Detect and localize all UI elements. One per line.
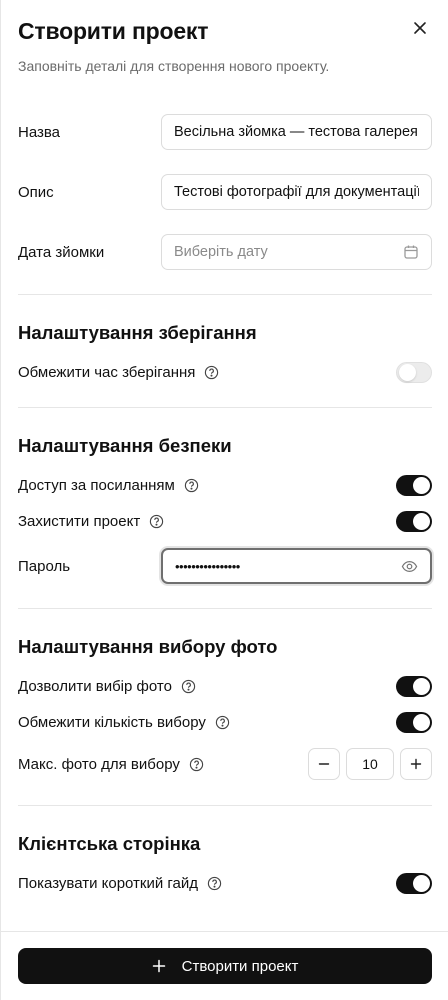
divider bbox=[18, 407, 432, 408]
page-title: Створити проект bbox=[18, 18, 209, 44]
help-icon[interactable] bbox=[204, 365, 219, 380]
description-value: Тестові фотографії для документації bbox=[174, 184, 419, 200]
description-label: Опис bbox=[18, 183, 54, 201]
link-access-label: Доступ за посиланням bbox=[18, 477, 175, 494]
header: Створити проект Заповніть деталі для ств… bbox=[18, 18, 432, 74]
minus-icon bbox=[318, 763, 330, 765]
create-project-panel: Створити проект Заповніть деталі для ств… bbox=[0, 0, 448, 1000]
limit-time-row: Обмежити час зберігання bbox=[18, 362, 432, 383]
show-guide-toggle[interactable] bbox=[396, 873, 432, 894]
allow-selection-row: Дозволити вибір фото bbox=[18, 676, 432, 697]
protect-label-wrap: Захистити проект bbox=[18, 513, 164, 530]
page-subtitle: Заповніть деталі для створення нового пр… bbox=[18, 58, 330, 74]
limit-time-toggle[interactable] bbox=[396, 362, 432, 383]
selection-section-title: Налаштування вибору фото bbox=[18, 636, 278, 657]
show-guide-label-wrap: Показувати короткий гайд bbox=[18, 875, 222, 892]
footer-divider bbox=[1, 931, 448, 932]
max-photos-row: Макс. фото для вибору 10 bbox=[18, 748, 432, 780]
divider bbox=[18, 608, 432, 609]
client-section-title: Клієнтська сторінка bbox=[18, 833, 201, 854]
date-row: Дата зйомки Виберіть дату bbox=[18, 234, 432, 270]
max-photos-label-wrap: Макс. фото для вибору bbox=[18, 756, 204, 773]
protect-row: Захистити проект bbox=[18, 511, 432, 532]
divider bbox=[18, 805, 432, 806]
help-icon[interactable] bbox=[189, 757, 204, 772]
name-label: Назва bbox=[18, 123, 61, 141]
password-input[interactable]: •••••••••••••••• bbox=[161, 548, 432, 584]
description-row: Опис Тестові фотографії для документації bbox=[18, 174, 432, 210]
limit-time-label-wrap: Обмежити час зберігання bbox=[18, 364, 219, 381]
limit-time-label: Обмежити час зберігання bbox=[18, 364, 196, 381]
date-label: Дата зйомки bbox=[18, 243, 105, 261]
quantity-stepper: 10 bbox=[308, 748, 432, 780]
password-row: Пароль •••••••••••••••• bbox=[18, 548, 432, 584]
allow-selection-label-wrap: Дозволити вибір фото bbox=[18, 678, 196, 695]
security-section-title: Налаштування безпеки bbox=[18, 435, 232, 456]
date-picker[interactable]: Виберіть дату bbox=[161, 234, 432, 270]
protect-label: Захистити проект bbox=[18, 513, 141, 530]
help-icon[interactable] bbox=[184, 478, 199, 493]
divider bbox=[18, 294, 432, 295]
date-placeholder: Виберіть дату bbox=[174, 244, 268, 260]
create-project-button[interactable]: Створити проект bbox=[18, 948, 432, 984]
description-input[interactable]: Тестові фотографії для документації bbox=[161, 174, 432, 210]
name-row: Назва Весільна зйомка — тестова галерея bbox=[18, 114, 432, 150]
password-value: •••••••••••••••• bbox=[175, 558, 240, 574]
help-icon[interactable] bbox=[181, 679, 196, 694]
allow-selection-toggle[interactable] bbox=[396, 676, 432, 697]
show-guide-label: Показувати короткий гайд bbox=[18, 875, 199, 892]
name-value: Весільна зйомка — тестова галерея bbox=[174, 124, 418, 140]
show-guide-row: Показувати короткий гайд bbox=[18, 873, 432, 894]
storage-section-title: Налаштування зберігання bbox=[18, 322, 257, 343]
create-project-label: Створити проект bbox=[181, 957, 299, 975]
protect-toggle[interactable] bbox=[396, 511, 432, 532]
plus-icon bbox=[410, 758, 422, 770]
limit-selection-toggle[interactable] bbox=[396, 712, 432, 733]
name-input[interactable]: Весільна зйомка — тестова галерея bbox=[161, 114, 432, 150]
close-icon[interactable] bbox=[412, 20, 428, 36]
link-access-label-wrap: Доступ за посиланням bbox=[18, 477, 199, 494]
eye-icon[interactable] bbox=[401, 558, 418, 575]
limit-selection-row: Обмежити кількість вибору bbox=[18, 712, 432, 733]
link-access-toggle[interactable] bbox=[396, 475, 432, 496]
limit-selection-label-wrap: Обмежити кількість вибору bbox=[18, 714, 230, 731]
calendar-icon bbox=[403, 244, 419, 260]
limit-selection-label: Обмежити кількість вибору bbox=[18, 714, 206, 731]
max-photos-value[interactable]: 10 bbox=[346, 748, 394, 780]
link-access-row: Доступ за посиланням bbox=[18, 475, 432, 496]
allow-selection-label: Дозволити вибір фото bbox=[18, 678, 172, 695]
help-icon[interactable] bbox=[215, 715, 230, 730]
decrement-button[interactable] bbox=[308, 748, 340, 780]
increment-button[interactable] bbox=[400, 748, 432, 780]
password-label: Пароль bbox=[18, 557, 71, 575]
max-photos-label: Макс. фото для вибору bbox=[18, 755, 180, 773]
help-icon[interactable] bbox=[149, 514, 164, 529]
help-icon[interactable] bbox=[207, 876, 222, 891]
plus-icon bbox=[152, 959, 166, 973]
